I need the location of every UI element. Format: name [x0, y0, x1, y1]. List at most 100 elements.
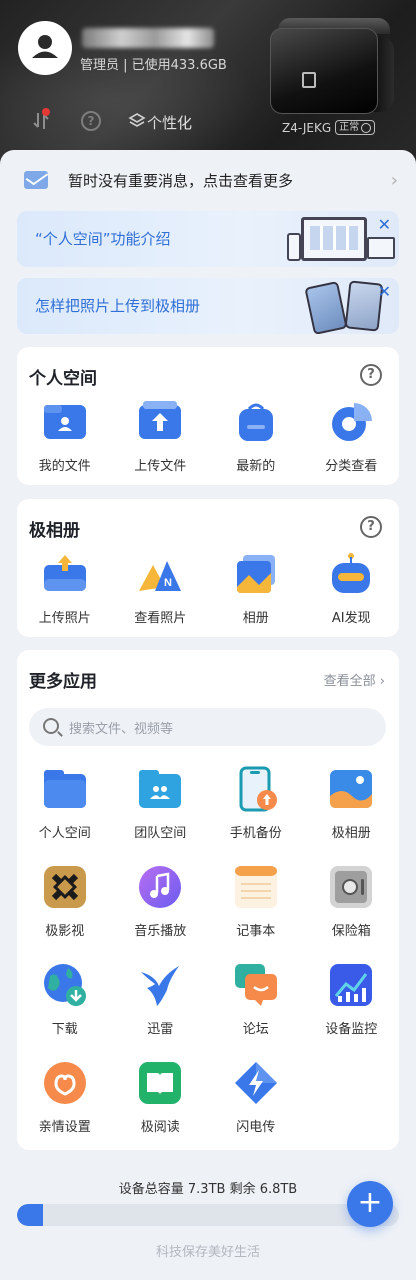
photo-album-icon: [328, 766, 374, 812]
category-icon: [328, 399, 374, 445]
app-label: 手机备份: [229, 826, 282, 841]
item-label: 分类查看: [325, 459, 378, 474]
app-label: 个人空间: [38, 826, 91, 841]
item-label: 相册: [242, 611, 269, 626]
plus-icon: +: [357, 1185, 383, 1220]
app-music[interactable]: 音乐播放: [113, 864, 209, 939]
upload-file-button[interactable]: 上传文件: [113, 399, 209, 474]
notice-text: 暂时没有重要消息，点击查看更多: [68, 172, 294, 190]
search-input[interactable]: 搜索文件、视频等: [29, 708, 386, 746]
main-content: 暂时没有重要消息，点击查看更多 › “个人空间”功能介绍 ✕ 怎样把照片上传到极…: [0, 150, 416, 1280]
app-label: 闪电传: [236, 1120, 276, 1135]
footer-slogan: 科技保存美好生活: [155, 1245, 260, 1260]
banner-personal-space-intro[interactable]: “个人空间”功能介绍 ✕: [17, 211, 399, 267]
app-family[interactable]: 亲情设置: [17, 1060, 113, 1135]
close-icon[interactable]: ✕: [378, 282, 391, 301]
view-photo-button[interactable]: N 查看照片: [113, 551, 209, 626]
banner-text: 怎样把照片上传到极相册: [35, 297, 201, 315]
monitor-icon: [328, 962, 374, 1008]
app-label: 论坛: [242, 1022, 269, 1037]
search-icon: [43, 718, 59, 734]
app-lightning-transfer[interactable]: 闪电传: [208, 1060, 304, 1135]
video-icon: [42, 864, 88, 910]
globe-icon: [361, 122, 372, 133]
personal-space-icon: [42, 766, 88, 812]
my-files-button[interactable]: 我的文件: [17, 399, 113, 474]
ai-discover-icon: [328, 551, 374, 597]
app-team-space[interactable]: 团队空间: [113, 766, 209, 841]
app-label: 极阅读: [140, 1120, 180, 1135]
card-title: 极相册: [29, 521, 80, 541]
category-button[interactable]: 分类查看: [304, 399, 400, 474]
help-icon[interactable]: ?: [78, 106, 104, 136]
theme-icon[interactable]: [124, 106, 150, 136]
ai-discover-button[interactable]: AI发现: [304, 551, 400, 626]
banner-text: “个人空间”功能介绍: [35, 230, 171, 248]
storage-progress-bar: [17, 1204, 399, 1226]
svg-text:N: N: [164, 577, 172, 589]
header-toolbar: ?: [0, 106, 260, 138]
banner-photo-upload-guide[interactable]: 怎样把照片上传到极相册 ✕: [17, 278, 399, 334]
app-label: 迅雷: [147, 1022, 174, 1037]
app-label: 下载: [51, 1022, 78, 1037]
app-phone-backup[interactable]: 手机备份: [208, 766, 304, 841]
storage-used-fill: [17, 1204, 43, 1226]
nas-device-image[interactable]: [270, 18, 394, 114]
app-photo-album[interactable]: 极相册: [304, 766, 400, 841]
app-label: 极相册: [331, 826, 371, 841]
message-notice[interactable]: 暂时没有重要消息，点击查看更多 ›: [0, 150, 416, 212]
app-xunlei[interactable]: 迅雷: [113, 962, 209, 1037]
transfer-icon[interactable]: [28, 106, 54, 136]
device-status-badge: 正常: [335, 120, 376, 135]
help-icon[interactable]: ?: [360, 516, 382, 538]
more-apps-card: 更多应用 查看全部 › 搜索文件、视频等 个人空间 团队空间 手机备份 极相册 …: [17, 650, 399, 1150]
app-label: 亲情设置: [38, 1120, 91, 1135]
envelope-icon: [24, 171, 48, 189]
app-reader[interactable]: 极阅读: [113, 1060, 209, 1135]
add-button[interactable]: +: [347, 1181, 393, 1227]
item-label: 上传照片: [38, 611, 91, 626]
app-label: 设备监控: [325, 1022, 378, 1037]
app-device-monitor[interactable]: 设备监控: [304, 962, 400, 1037]
upload-photo-button[interactable]: 上传照片: [17, 551, 113, 626]
music-icon: [137, 864, 183, 910]
app-safe[interactable]: 保险箱: [304, 864, 400, 939]
app-label: 团队空间: [134, 826, 187, 841]
app-personal-space[interactable]: 个人空间: [17, 766, 113, 841]
chevron-right-icon: ›: [379, 674, 385, 689]
device-name: Z4-JEKG: [282, 120, 332, 135]
reader-icon: [137, 1060, 183, 1106]
item-label: 查看照片: [134, 611, 187, 626]
lightning-transfer-icon: [233, 1060, 279, 1106]
help-icon[interactable]: ?: [360, 364, 382, 386]
close-icon[interactable]: ✕: [378, 215, 391, 234]
app-forum[interactable]: 论坛: [208, 962, 304, 1037]
forum-icon: [233, 962, 279, 1008]
recent-button[interactable]: 最新的: [208, 399, 304, 474]
item-label: 我的文件: [38, 459, 91, 474]
item-label: AI发现: [331, 611, 371, 626]
header: 管理员 | 已使用433.6GB ? 个性化 Z4-JEKG 正常: [0, 0, 416, 175]
card-title: 更多应用: [29, 672, 97, 692]
username-blurred: [82, 28, 214, 48]
app-label: 记事本: [236, 924, 276, 939]
device-info[interactable]: Z4-JEKG 正常: [282, 120, 376, 135]
notification-dot: [42, 108, 50, 116]
item-label: 上传文件: [134, 459, 187, 474]
app-label: 极影视: [45, 924, 85, 939]
album-button[interactable]: 相册: [208, 551, 304, 626]
user-icon: [32, 35, 58, 58]
app-notepad[interactable]: 记事本: [208, 864, 304, 939]
search-placeholder: 搜索文件、视频等: [69, 722, 174, 737]
view-all-link[interactable]: 查看全部 ›: [324, 670, 385, 689]
app-video[interactable]: 极影视: [17, 864, 113, 939]
xunlei-icon: [137, 962, 183, 1008]
app-download[interactable]: 下载: [17, 962, 113, 1037]
avatar[interactable]: [18, 21, 72, 75]
app-label: 保险箱: [331, 924, 371, 939]
download-icon: [42, 962, 88, 1008]
album-icon: [233, 551, 279, 597]
album-card: 极相册 ? 上传照片 N 查看照片 相册 AI发现: [17, 499, 399, 637]
personal-space-card: 个人空间 ? 我的文件 上传文件 最新的 分类查看: [17, 347, 399, 485]
card-title: 个人空间: [29, 369, 97, 389]
